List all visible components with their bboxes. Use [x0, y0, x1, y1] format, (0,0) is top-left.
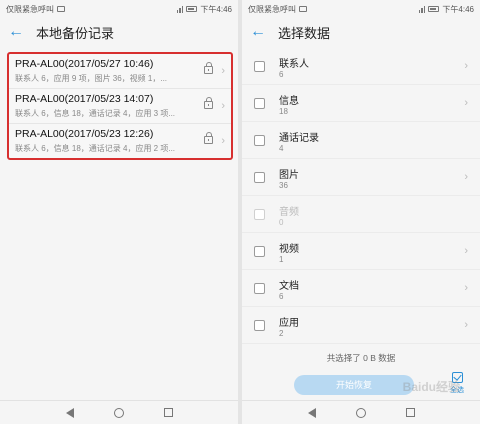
data-item-photos[interactable]: 图片 36 › [242, 159, 480, 196]
signal-icon [418, 5, 426, 13]
data-item-videos[interactable]: 视频 1 › [242, 233, 480, 270]
nav-home-icon[interactable] [113, 407, 124, 418]
battery-icon [186, 6, 198, 12]
notification-icon [57, 6, 65, 12]
status-bar: 仅限紧急呼叫 下午4:46 [242, 0, 480, 18]
chevron-right-icon: › [464, 60, 468, 72]
backup-record-item[interactable]: PRA-AL00(2017/05/27 10:46) 联系人 6，应用 9 项，… [9, 54, 231, 89]
chevron-right-icon: › [221, 100, 225, 112]
clock-text: 下午4:46 [200, 4, 232, 14]
page-title: 本地备份记录 [36, 25, 115, 41]
backup-record-item[interactable]: PRA-AL00(2017/05/23 12:26) 联系人 6，信息 18，通… [9, 124, 231, 159]
item-label: 信息 [279, 96, 299, 107]
back-arrow-icon[interactable]: ← [8, 24, 30, 40]
status-bar: 仅限紧急呼叫 下午4:46 [0, 0, 238, 18]
battery-icon [428, 6, 440, 12]
data-item-audio: 音频 0 [242, 196, 480, 233]
system-nav-bar [242, 400, 480, 424]
record-detail: 联系人 6，应用 9 项，图片 36，视频 1，... [15, 74, 168, 83]
item-count: 6 [279, 70, 284, 79]
record-detail: 联系人 6，信息 18，通话记录 4，应用 2 项... [15, 144, 176, 153]
carrier-text: 仅限紧急呼叫 [6, 4, 54, 14]
record-title: PRA-AL00(2017/05/23 12:26) [15, 128, 154, 140]
data-item-call-log[interactable]: 通话记录 4 [242, 122, 480, 159]
backup-records-screen: 仅限紧急呼叫 下午4:46 ← 本地备份记录 PRA-AL00(2017/05/… [0, 0, 238, 424]
data-item-apps[interactable]: 应用 2 › [242, 307, 480, 344]
checkbox[interactable] [254, 98, 265, 109]
data-item-documents[interactable]: 文档 6 › [242, 270, 480, 307]
checkbox[interactable] [254, 320, 265, 331]
nav-recents-icon[interactable] [163, 408, 173, 417]
page-title: 选择数据 [278, 25, 331, 41]
data-category-list: 联系人 6 › 信息 18 › 通话记录 4 图片 36 › 音频 0 视频 1… [242, 48, 480, 344]
data-item-messages[interactable]: 信息 18 › [242, 85, 480, 122]
nav-recents-icon[interactable] [405, 408, 415, 417]
item-label: 联系人 [279, 59, 309, 70]
item-count: 4 [279, 144, 284, 153]
chevron-right-icon: › [221, 135, 225, 147]
chevron-right-icon: › [464, 97, 468, 109]
back-arrow-icon[interactable]: ← [250, 24, 272, 40]
backup-record-item[interactable]: PRA-AL00(2017/05/23 14:07) 联系人 6，信息 18，通… [9, 89, 231, 124]
record-title: PRA-AL00(2017/05/23 14:07) [15, 93, 154, 105]
item-count: 2 [279, 329, 284, 338]
item-count: 36 [279, 181, 288, 190]
signal-icon [176, 5, 184, 13]
app-bar: ← 选择数据 [242, 18, 480, 46]
lock-icon [204, 132, 213, 144]
item-label: 音频 [279, 207, 299, 218]
checkbox[interactable] [254, 172, 265, 183]
data-item-contacts[interactable]: 联系人 6 › [242, 48, 480, 85]
carrier-text: 仅限紧急呼叫 [248, 4, 296, 14]
backup-record-list: PRA-AL00(2017/05/27 10:46) 联系人 6，应用 9 项，… [7, 52, 233, 160]
start-restore-button[interactable]: 开始恢复 [294, 375, 414, 395]
chevron-right-icon: › [464, 282, 468, 294]
item-count: 1 [279, 255, 284, 264]
checkbox[interactable] [254, 283, 265, 294]
item-label: 图片 [279, 170, 299, 181]
item-count: 6 [279, 292, 284, 301]
item-label: 通话记录 [279, 133, 319, 144]
chevron-right-icon: › [464, 245, 468, 257]
item-label: 文档 [279, 281, 299, 292]
chevron-right-icon: › [464, 171, 468, 183]
item-label: 应用 [279, 318, 299, 329]
nav-back-icon[interactable] [307, 407, 316, 418]
system-nav-bar [0, 400, 238, 424]
watermark: Baidu经验 [402, 380, 460, 394]
nav-back-icon[interactable] [65, 407, 74, 418]
lock-icon [204, 97, 213, 109]
selection-summary: 共选择了 0 B 数据 [326, 353, 396, 363]
record-title: PRA-AL00(2017/05/27 10:46) [15, 58, 154, 70]
clock-text: 下午4:46 [442, 4, 474, 14]
item-count: 18 [279, 107, 288, 116]
chevron-right-icon: › [464, 319, 468, 331]
chevron-right-icon: › [221, 65, 225, 77]
nav-home-icon[interactable] [355, 407, 366, 418]
checkbox [254, 209, 265, 220]
select-data-screen: 仅限紧急呼叫 下午4:46 ← 选择数据 联系人 6 › 信息 18 › 通话记… [242, 0, 480, 424]
checkbox[interactable] [254, 135, 265, 146]
app-bar: ← 本地备份记录 [0, 18, 238, 46]
record-detail: 联系人 6，信息 18，通话记录 4，应用 3 项... [15, 109, 176, 118]
notification-icon [299, 6, 307, 12]
checkbox[interactable] [254, 61, 265, 72]
lock-icon [204, 62, 213, 74]
checkbox[interactable] [254, 246, 265, 257]
item-label: 视频 [279, 244, 299, 255]
item-count: 0 [279, 218, 284, 227]
